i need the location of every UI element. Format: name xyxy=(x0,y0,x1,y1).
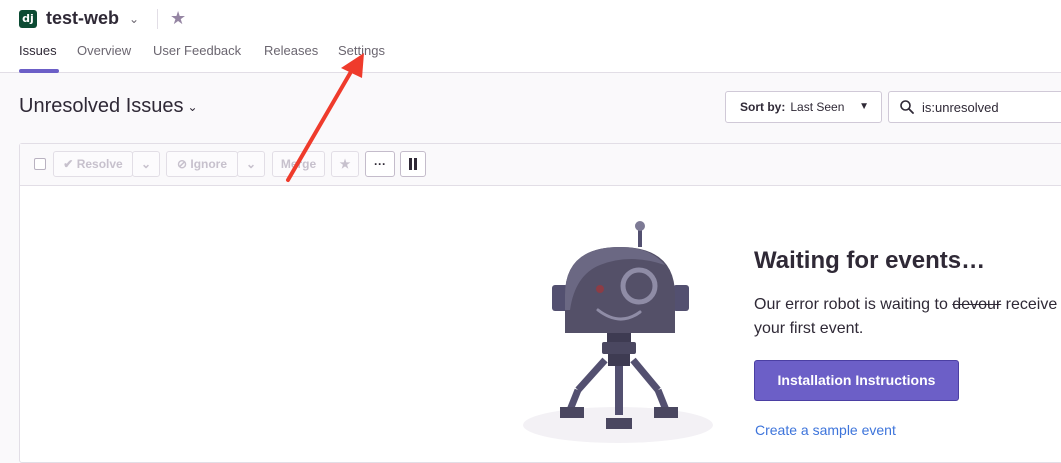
bulk-actions-toolbar: ✔ Resolve ⌄ ⊘ Ignore ⌄ Merge ★ ··· xyxy=(20,144,1061,186)
bookmark-button[interactable]: ★ xyxy=(331,151,359,177)
search-input[interactable] xyxy=(922,98,1061,116)
ignore-dropdown-button[interactable]: ⌄ xyxy=(237,151,265,177)
resolve-dropdown-button[interactable]: ⌄ xyxy=(132,151,160,177)
tab-issues[interactable]: Issues xyxy=(19,43,57,58)
sort-dropdown[interactable]: Sort by: Last Seen ▼ xyxy=(725,91,882,123)
tab-releases[interactable]: Releases xyxy=(264,43,318,58)
resolve-label: Resolve xyxy=(76,157,123,171)
ban-icon: ⊘ xyxy=(176,157,188,171)
chevron-down-icon: ⌄ xyxy=(187,99,198,114)
merge-button[interactable]: Merge xyxy=(272,151,325,177)
divider xyxy=(157,9,158,29)
pause-icon xyxy=(409,158,417,170)
resolve-button[interactable]: ✔ Resolve xyxy=(53,151,133,177)
more-label: ··· xyxy=(374,157,386,171)
django-platform-icon: dj xyxy=(19,10,37,28)
robot-illustration xyxy=(523,221,713,443)
search-icon xyxy=(900,100,914,114)
search-bar[interactable] xyxy=(888,91,1061,123)
sort-label: Sort by: xyxy=(740,100,786,114)
chevron-down-icon: ⌄ xyxy=(245,157,257,171)
desc-text-1: Our error robot is waiting to xyxy=(754,296,953,313)
ignore-label: Ignore xyxy=(190,157,228,171)
star-icon[interactable]: ★ xyxy=(170,8,186,29)
empty-state-title: Waiting for events… xyxy=(754,247,986,274)
chevron-down-icon[interactable]: ⌄ xyxy=(129,12,139,26)
create-sample-event-link[interactable]: Create a sample event xyxy=(755,422,896,438)
chevron-down-icon: ⌄ xyxy=(140,157,152,171)
sort-value: Last Seen xyxy=(790,100,845,114)
page-title-text: Unresolved Issues xyxy=(19,95,184,117)
tab-user-feedback[interactable]: User Feedback xyxy=(153,43,241,58)
desc-strikethrough: devour xyxy=(952,296,1002,313)
select-all-checkbox[interactable] xyxy=(34,158,46,170)
chevron-down-icon: ▼ xyxy=(859,101,869,112)
installation-instructions-button[interactable]: Installation Instructions xyxy=(754,360,959,401)
tab-settings[interactable]: Settings xyxy=(338,43,385,58)
pause-realtime-button[interactable] xyxy=(400,151,426,177)
project-name[interactable]: test-web xyxy=(46,8,119,29)
merge-label: Merge xyxy=(280,157,317,171)
page-title[interactable]: Unresolved Issues ⌄ xyxy=(19,95,198,118)
star-icon: ★ xyxy=(339,157,351,171)
project-header: dj test-web ⌄ ★ Issues Overview User Fee… xyxy=(0,0,1061,73)
more-actions-button[interactable]: ··· xyxy=(365,151,395,177)
tab-overview[interactable]: Overview xyxy=(77,43,131,58)
ignore-button[interactable]: ⊘ Ignore xyxy=(166,151,238,177)
empty-state-description: Our error robot is waiting to devour rec… xyxy=(754,293,1061,341)
check-icon: ✔ xyxy=(63,157,74,171)
active-tab-indicator xyxy=(19,69,59,73)
